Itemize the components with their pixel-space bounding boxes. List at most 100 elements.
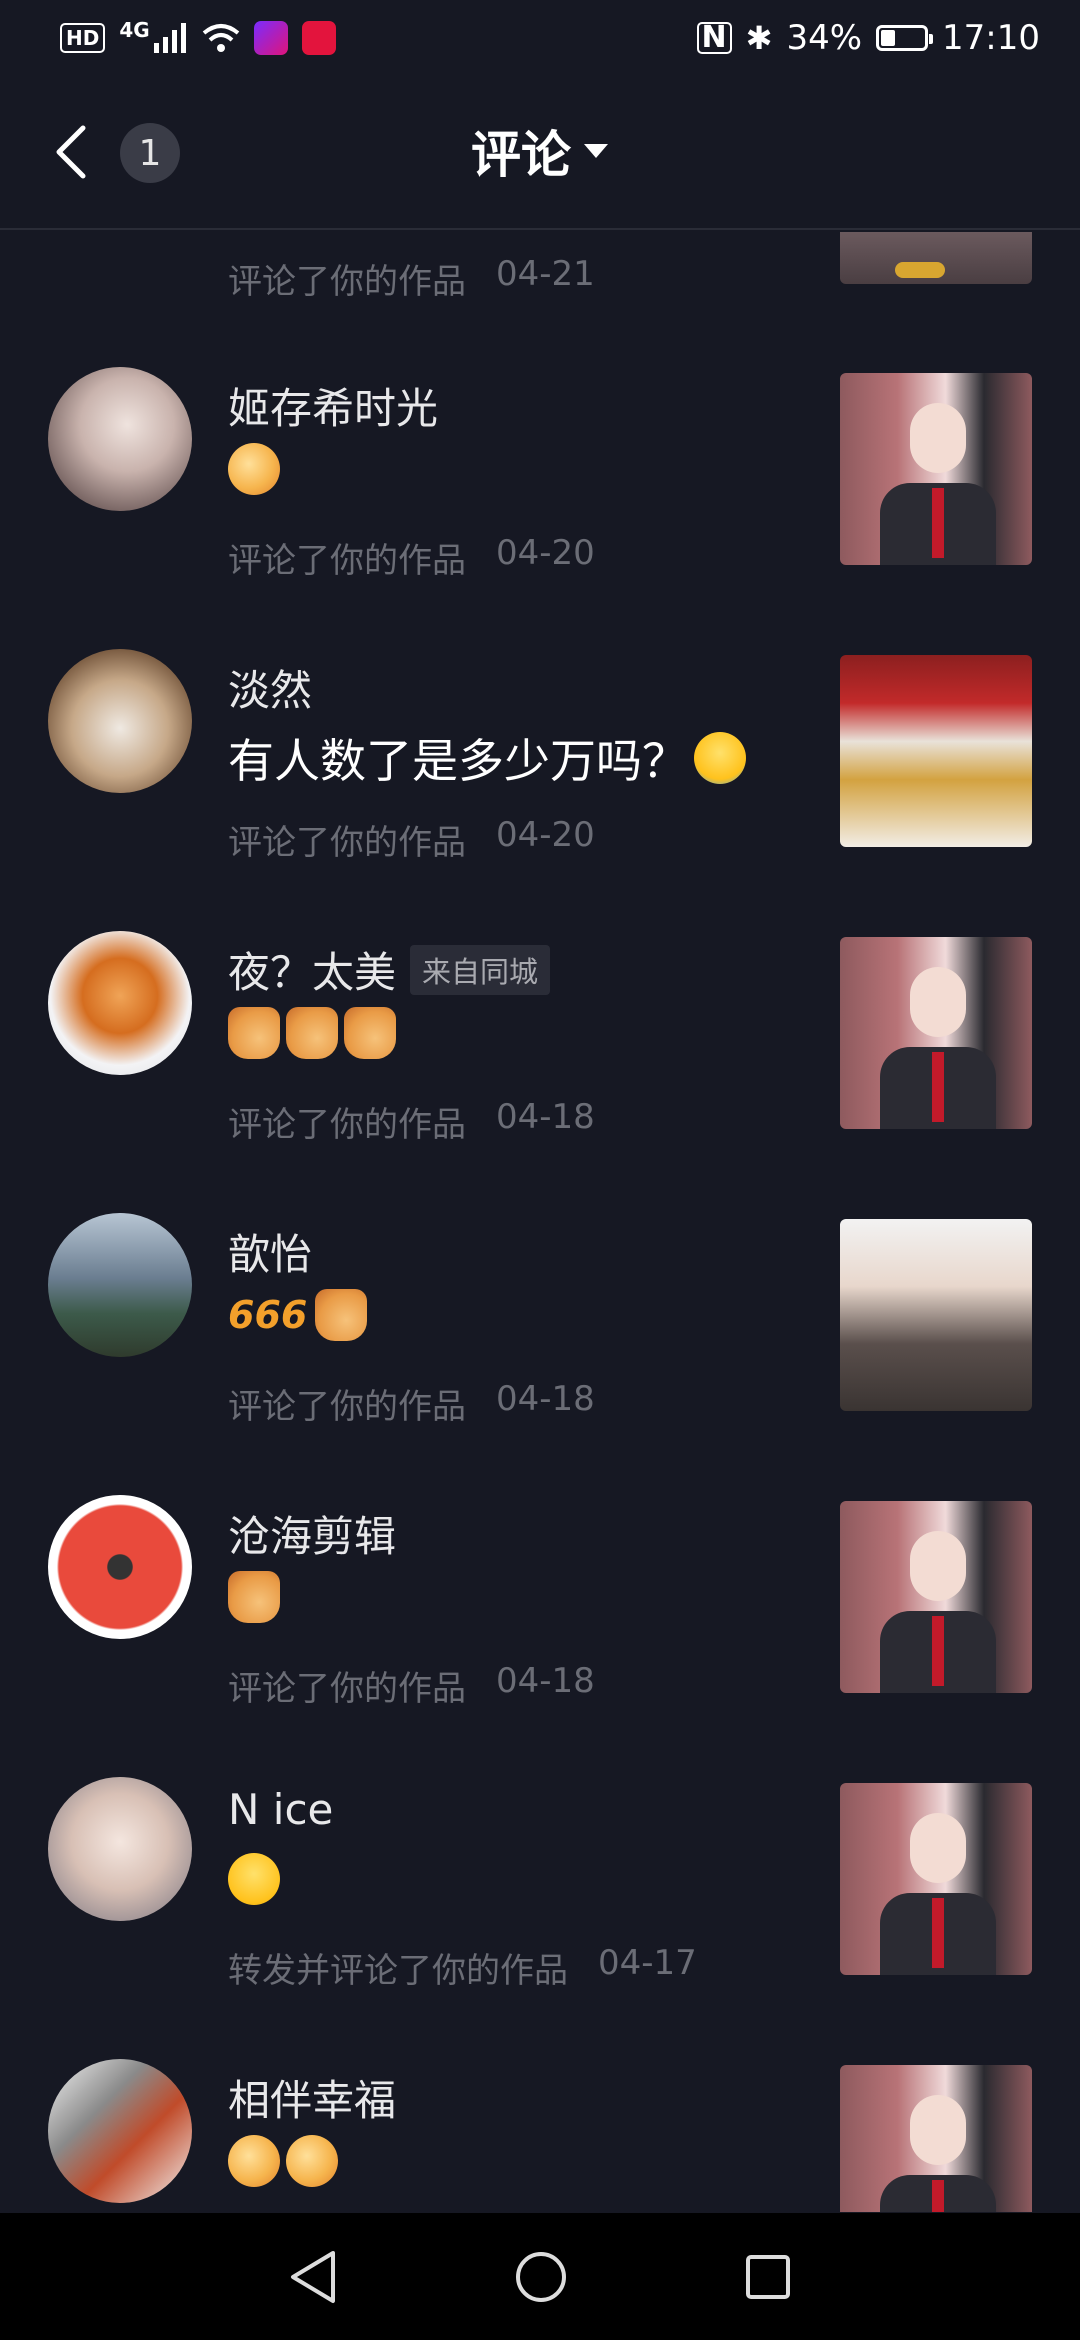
meta-date: 04-17 [598,1943,697,1983]
thumbs-up-emoji-icon [228,1007,280,1059]
username[interactable]: 姬存希时光 [228,375,438,436]
meta-text: 评论了你的作品 [228,541,466,581]
thumbnail-figure [910,2095,966,2165]
thumbnail-figure [910,1531,966,1601]
triangle-back-icon[interactable] [287,2249,339,2305]
status-bar: HD 4G N ✱ 34% 17:10 [0,0,1080,75]
meta-date: 04-18 [496,1379,595,1419]
list-item[interactable]: 淡然有人数了是多少万吗？ 评论了你的作品 04-20 [0,649,1080,931]
avatar[interactable] [48,1495,192,1639]
battery-icon [876,24,934,51]
list-item[interactable]: 夜？太美 来自同城评论了你的作品 04-18 [0,931,1080,1213]
meta-text: 评论了你的作品 [228,1105,466,1145]
wifi-icon [202,23,239,52]
username-row: 歆怡 [228,1221,312,1282]
thumbs-up-emoji-icon [315,1289,368,1341]
meta-date: 04-18 [496,1661,595,1701]
thumbs-up-emoji-icon [344,1007,396,1059]
circle-home-icon[interactable] [513,2249,569,2305]
item-meta: 评论了你的作品 04-18 [228,1379,595,1428]
comment-list[interactable]: 评论了你的作品 04-21 姬存希时光 评论了你的作品 04-20 淡然 有人数了是多少… [0,232,1080,2212]
item-meta: 评论了你的作品 04-21 [228,254,595,303]
laugh-cry-emoji-icon [694,732,746,784]
thumbnail-figure-tie [932,1052,944,1122]
username-row: 沧海剪辑 [228,1503,396,1564]
list-item[interactable]: 相伴幸福 [0,2059,1080,2212]
nfc-icon: N [696,21,732,54]
avatar[interactable] [48,1777,192,1921]
thumbs-up-emoji-icon [228,1571,280,1623]
avatar[interactable] [48,649,192,793]
username[interactable]: 歆怡 [228,1221,312,1282]
avatar[interactable] [48,2059,192,2203]
list-item-partial[interactable]: 评论了你的作品 04-21 [0,232,1080,302]
username[interactable]: 淡然 [228,657,312,718]
location-tag: 来自同城 [410,944,551,995]
comment-content: 666 [228,1289,368,1341]
network-type: 4G [119,17,150,42]
thumbnail-figure [910,967,966,1037]
clap-emoji-icon [228,443,280,495]
video-thumbnail[interactable] [840,2065,1032,2212]
avatar[interactable] [48,367,192,511]
clap-emoji-icon [228,2135,280,2187]
video-thumbnail[interactable] [840,655,1032,847]
clock: 17:10 [942,17,1040,58]
username[interactable]: N ice [228,1785,333,1834]
avatar[interactable] [48,931,192,1075]
username[interactable]: 沧海剪辑 [228,1503,396,1564]
video-thumbnail[interactable] [840,1219,1032,1411]
meta-date: 04-20 [496,815,595,855]
meta-text: 转发并评论了你的作品 [228,1951,568,1991]
list-item[interactable]: 姬存希时光评论了你的作品 04-20 [0,367,1080,649]
video-app-icon [253,20,288,55]
avatar[interactable] [48,1213,192,1357]
clap-emoji-icon [286,2135,338,2187]
signal-icon [153,22,186,53]
meta-text: 评论了你的作品 [228,823,466,863]
username[interactable]: 夜？太美 [228,939,396,1000]
video-thumbnail[interactable] [840,1501,1032,1693]
list-item[interactable]: 歆怡 666 评论了你的作品 04-18 [0,1213,1080,1495]
thumbnail-figure-tie [932,1898,944,1968]
bluetooth-icon: ✱ [745,18,773,57]
list-item[interactable]: 沧海剪辑评论了你的作品 04-18 [0,1495,1080,1777]
item-meta: 评论了你的作品 04-20 [228,533,595,582]
thumbnail-detail [895,262,945,278]
comment-text: 有人数了是多少万吗？ [228,734,688,788]
comment-content [228,1571,280,1623]
comment-content: 有人数了是多少万吗？ [228,725,746,791]
video-thumbnail[interactable] [840,1783,1032,1975]
comment-content [228,2135,338,2187]
item-meta: 评论了你的作品 04-18 [228,1661,595,1710]
thumbnail-partial[interactable] [840,232,1032,284]
thumbnail-figure-tie [932,1616,944,1686]
battery-level [881,29,896,46]
page-title: 评论 [471,126,571,184]
username-row: N ice [228,1785,333,1834]
title-dropdown[interactable]: 评论 [0,115,1080,187]
thumbnail-figure [910,1813,966,1883]
meta-text: 评论了你的作品 [228,262,466,302]
comment-content [228,443,280,495]
username-row: 相伴幸福 [228,2067,396,2128]
comment-content [228,1007,396,1059]
meta-date: 04-20 [496,533,595,573]
meta-text: 评论了你的作品 [228,1387,466,1427]
hd-icon: HD [60,22,106,53]
meta-text: 评论了你的作品 [228,1669,466,1709]
meta-date: 04-18 [496,1097,595,1137]
header: 1 评论 [0,75,1080,230]
video-thumbnail[interactable] [840,373,1032,565]
item-meta: 评论了你的作品 04-18 [228,1097,595,1146]
username[interactable]: 相伴幸福 [228,2067,396,2128]
status-right: N ✱ 34% 17:10 [696,17,1040,58]
list-item[interactable]: N ice 转发并评论了你的作品 04-17 [0,1777,1080,2059]
caret-down-icon [584,144,608,158]
item-meta: 评论了你的作品 04-20 [228,815,595,864]
username-row: 姬存希时光 [228,375,438,436]
square-recents-icon[interactable] [743,2252,793,2302]
meta-date: 04-21 [496,254,595,294]
thumbnail-figure-tie [932,488,944,558]
video-thumbnail[interactable] [840,937,1032,1129]
